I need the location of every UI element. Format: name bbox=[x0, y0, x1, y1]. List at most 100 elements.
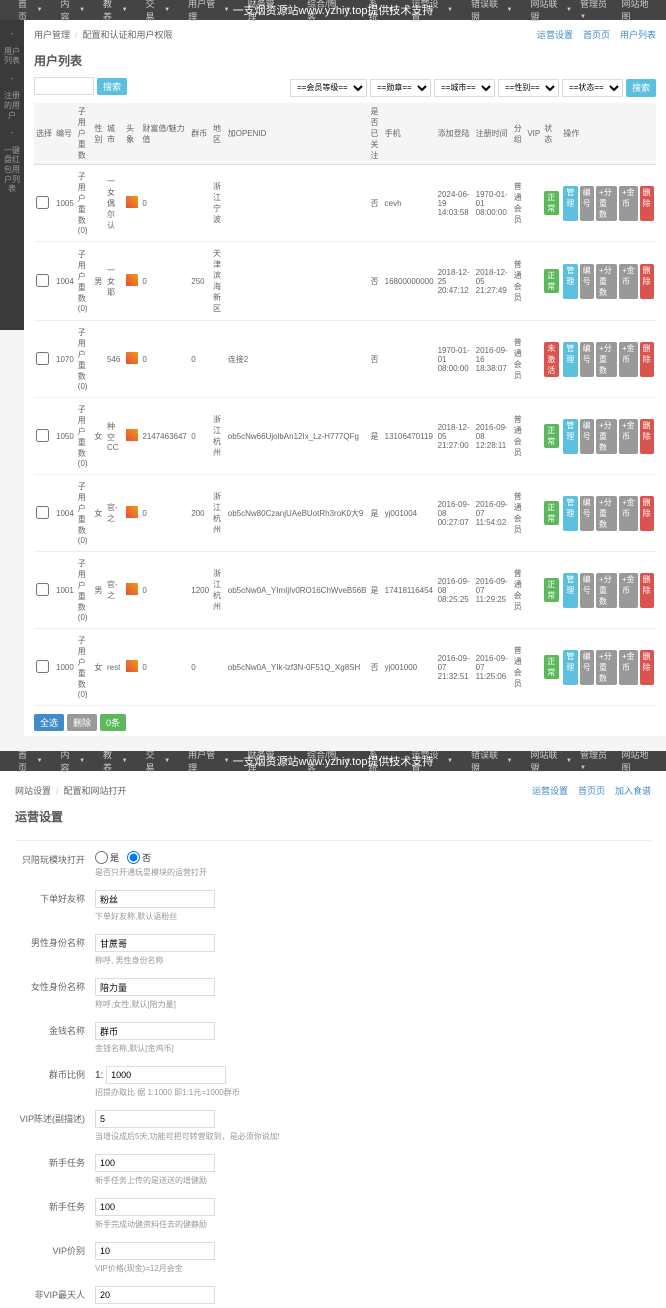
row-checkbox[interactable] bbox=[36, 660, 49, 673]
field-input[interactable] bbox=[95, 1022, 215, 1040]
cell-child: 子用户重数 (0) bbox=[76, 321, 93, 398]
action-add-weight[interactable]: +分重数 bbox=[596, 186, 617, 221]
action-add-coin[interactable]: +金币 bbox=[619, 264, 638, 299]
field-input[interactable] bbox=[95, 1242, 215, 1260]
nav-trade[interactable]: 交易▼ bbox=[138, 0, 179, 23]
nav-error[interactable]: 错误联盟▼ bbox=[463, 0, 521, 23]
action-manage[interactable]: 管理 bbox=[563, 650, 577, 685]
field-input[interactable] bbox=[106, 1066, 226, 1084]
sort-search-button[interactable]: 搜索 bbox=[626, 79, 656, 97]
cell-child: 子用户重数 (0) bbox=[76, 552, 93, 629]
field-input[interactable] bbox=[95, 934, 215, 952]
sidebar-placeholder-2[interactable]: - bbox=[0, 70, 24, 88]
sbc-home[interactable]: 首页页 bbox=[578, 784, 605, 797]
search-input[interactable] bbox=[34, 77, 94, 95]
delete-selected-button[interactable]: 删除 bbox=[67, 714, 97, 731]
action-manage[interactable]: 管理 bbox=[563, 264, 577, 299]
action-manage[interactable]: 管理 bbox=[563, 419, 577, 454]
nav-edu[interactable]: 教养▼ bbox=[95, 0, 136, 23]
action-add-coin[interactable]: +金币 bbox=[619, 650, 638, 685]
bc-userlist[interactable]: 用户列表 bbox=[620, 28, 656, 41]
action-add-weight[interactable]: +分重数 bbox=[596, 573, 617, 608]
action-delete[interactable]: 删除 bbox=[640, 186, 654, 221]
settings-panel: 网站设置 / 配置和网站打开 运营设置 首页页 加入食谱 运营设置 只陪玩模块打… bbox=[0, 771, 666, 1308]
row-checkbox[interactable] bbox=[36, 583, 49, 596]
th-wealth: 财富值/魅力值 bbox=[140, 103, 189, 165]
action-add-coin[interactable]: +金币 bbox=[619, 419, 638, 454]
action-edit[interactable]: 编号 bbox=[580, 419, 594, 454]
action-manage[interactable]: 管理 bbox=[563, 496, 577, 531]
sort-gender[interactable]: ==性别== bbox=[498, 79, 559, 97]
sbc-recipe[interactable]: 加入食谱 bbox=[615, 784, 651, 797]
row-checkbox[interactable] bbox=[36, 429, 49, 442]
cell-child: 子用户重数 (0) bbox=[76, 165, 93, 242]
sitemap-link[interactable]: 网站地图 bbox=[622, 0, 656, 23]
field-input[interactable] bbox=[95, 1286, 215, 1304]
action-edit[interactable]: 编号 bbox=[580, 342, 594, 377]
nav-site[interactable]: 网站联盟▼ bbox=[522, 0, 580, 23]
row-checkbox[interactable] bbox=[36, 274, 49, 287]
field-input[interactable] bbox=[95, 1110, 215, 1128]
row-checkbox[interactable] bbox=[36, 196, 49, 209]
action-delete[interactable]: 删除 bbox=[640, 650, 654, 685]
action-add-weight[interactable]: +分重数 bbox=[596, 496, 617, 531]
select-all-button[interactable]: 全选 bbox=[34, 714, 64, 731]
nav-user-mgmt[interactable]: 用户管理▼ bbox=[180, 0, 238, 23]
action-edit[interactable]: 编号 bbox=[580, 650, 594, 685]
search-button[interactable]: 搜索 bbox=[97, 78, 127, 95]
action-edit[interactable]: 编号 bbox=[580, 264, 594, 299]
sidebar-reg-users[interactable]: 注册的用户 bbox=[0, 87, 24, 124]
sort-status[interactable]: ==状态== bbox=[562, 79, 623, 97]
action-manage[interactable]: 管理 bbox=[563, 573, 577, 608]
bc-home[interactable]: 首页页 bbox=[583, 28, 610, 41]
cell-id: 1001 bbox=[54, 552, 76, 629]
cell-phone: yj001000 bbox=[383, 629, 436, 706]
action-delete[interactable]: 删除 bbox=[640, 419, 654, 454]
action-delete[interactable]: 删除 bbox=[640, 496, 654, 531]
action-delete[interactable]: 删除 bbox=[640, 264, 654, 299]
avatar bbox=[126, 352, 138, 364]
action-add-weight[interactable]: +分重数 bbox=[596, 264, 617, 299]
cell-gender: 女 bbox=[92, 398, 105, 475]
action-add-coin[interactable]: +金币 bbox=[619, 496, 638, 531]
action-delete[interactable]: 删除 bbox=[640, 342, 654, 377]
field-input[interactable] bbox=[95, 978, 215, 996]
action-add-weight[interactable]: +分重数 bbox=[596, 419, 617, 454]
sbc-ops[interactable]: 运营设置 bbox=[532, 784, 568, 797]
radio-yes[interactable] bbox=[95, 851, 108, 864]
sidebar-placeholder-3[interactable]: - bbox=[0, 124, 24, 142]
sidebar-placeholder-1[interactable]: - bbox=[0, 25, 24, 43]
action-edit[interactable]: 编号 bbox=[580, 573, 594, 608]
sidebar-redpacket[interactable]: 一键盘红包用户列表 bbox=[0, 142, 24, 198]
sidebar-user-list[interactable]: 用户列表 bbox=[0, 43, 24, 70]
radio-no[interactable] bbox=[127, 851, 140, 864]
nav-content[interactable]: 内容▼ bbox=[53, 0, 94, 23]
row-checkbox[interactable] bbox=[36, 352, 49, 365]
action-manage[interactable]: 管理 bbox=[563, 342, 577, 377]
cell-focus: 是 bbox=[368, 475, 382, 552]
action-edit[interactable]: 编号 bbox=[580, 186, 594, 221]
sort-member-level[interactable]: ==会员等级== bbox=[290, 79, 367, 97]
action-add-coin[interactable]: +金币 bbox=[619, 186, 638, 221]
cell-openid bbox=[226, 242, 369, 321]
field-input[interactable] bbox=[95, 1198, 215, 1216]
row-checkbox[interactable] bbox=[36, 506, 49, 519]
status-badge: 正常 bbox=[544, 424, 559, 448]
action-edit[interactable]: 编号 bbox=[580, 496, 594, 531]
cell-city: 官-之 bbox=[105, 552, 124, 629]
bc-ops[interactable]: 运营设置 bbox=[537, 28, 573, 41]
action-delete[interactable]: 删除 bbox=[640, 573, 654, 608]
cell-gender: 男 bbox=[92, 552, 105, 629]
sort-city[interactable]: ==城市== bbox=[434, 79, 495, 97]
admin-link[interactable]: 管理员▼ bbox=[580, 0, 612, 23]
field-input[interactable] bbox=[95, 1154, 215, 1172]
action-add-weight[interactable]: +分重数 bbox=[596, 342, 617, 377]
cell-phone: 17418116454 bbox=[383, 552, 436, 629]
field-input[interactable] bbox=[95, 890, 215, 908]
sort-badge[interactable]: ==勋章== bbox=[370, 79, 431, 97]
action-add-coin[interactable]: +金币 bbox=[619, 342, 638, 377]
action-add-weight[interactable]: +分重数 bbox=[596, 650, 617, 685]
action-add-coin[interactable]: +金币 bbox=[619, 573, 638, 608]
form-label: 金钱名称 bbox=[15, 1022, 95, 1037]
action-manage[interactable]: 管理 bbox=[563, 186, 577, 221]
